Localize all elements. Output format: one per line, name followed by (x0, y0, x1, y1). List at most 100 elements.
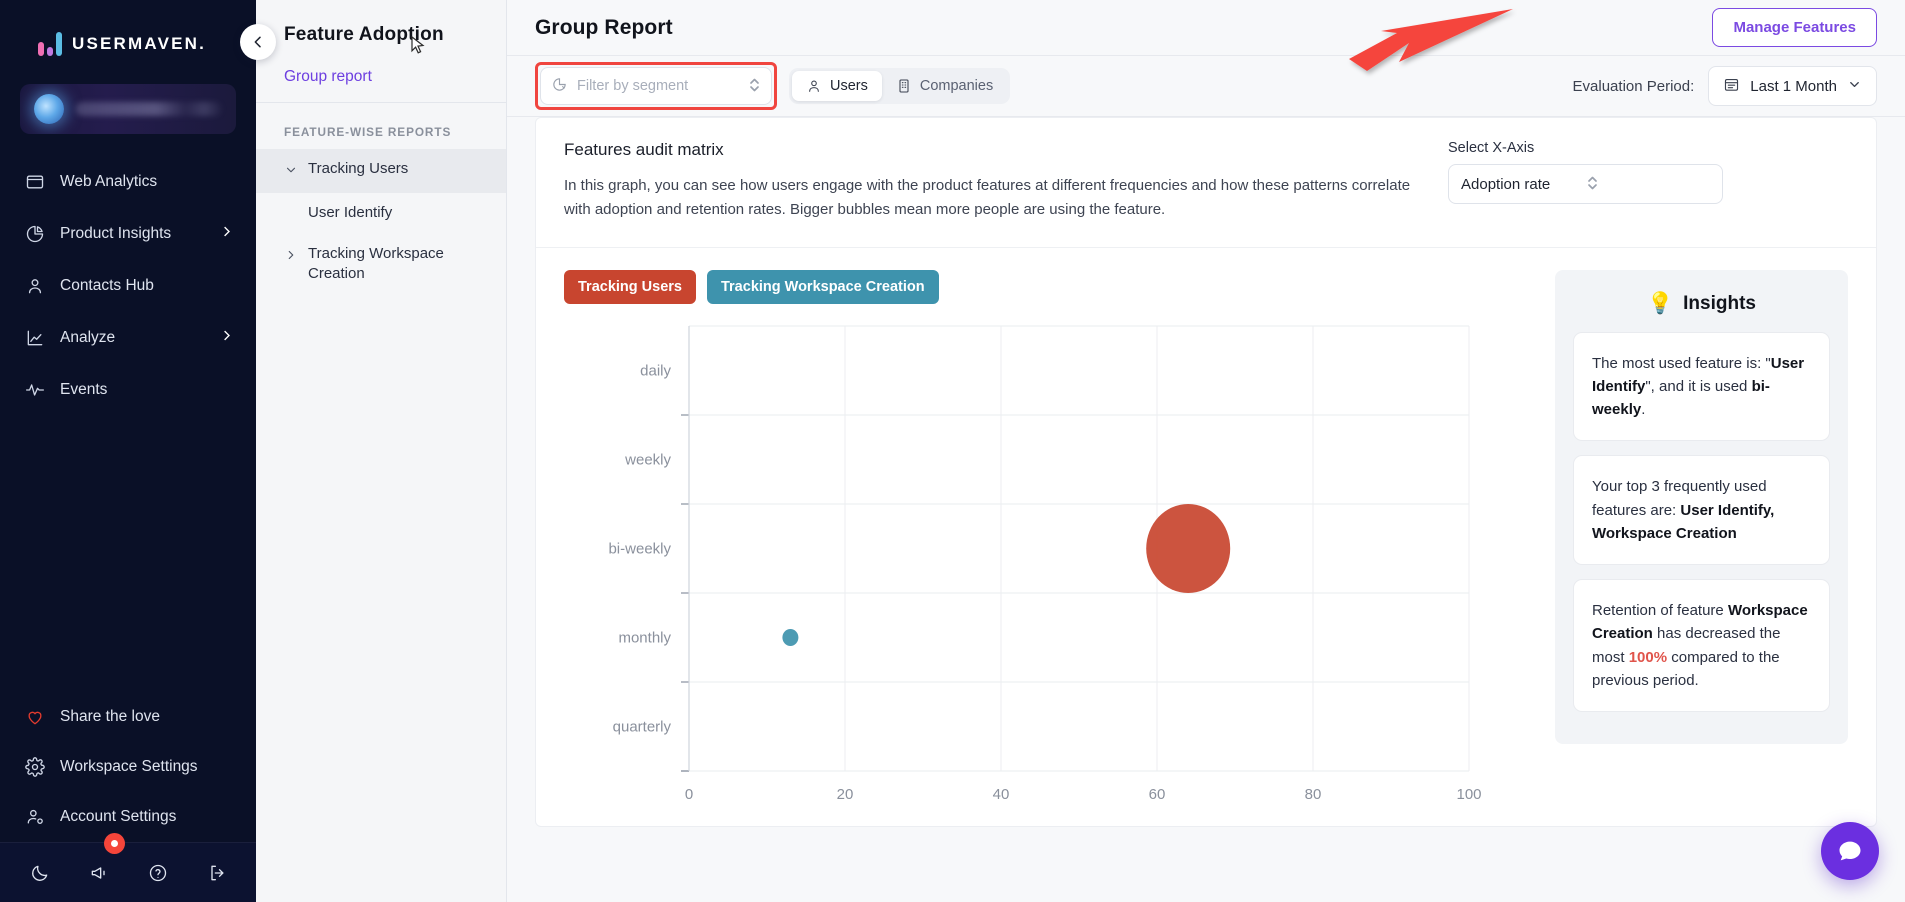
chevron-right-icon (219, 224, 234, 244)
sidebar-item-label: Contacts Hub (60, 277, 234, 295)
pulse-icon (24, 379, 46, 401)
insights-panel: 💡 Insights The most used feature is: "Us… (1555, 270, 1848, 745)
panel-item-label: User Identify (308, 203, 392, 223)
card-title: Features audit matrix (564, 140, 1424, 160)
legend-item-tracking-workspace-creation[interactable]: Tracking Workspace Creation (707, 270, 939, 304)
x-axis-control: Select X-Axis Adoption rate (1448, 140, 1723, 223)
panel-title: Feature Adoption (256, 14, 506, 46)
card-body: Tracking Users Tracking Workspace Creati… (536, 248, 1876, 826)
sidebar-item-account-settings[interactable]: Account Settings (0, 792, 256, 842)
panel-section-heading: FEATURE-WISE REPORTS (256, 103, 506, 149)
updown-chevron-icon (1586, 174, 1711, 195)
panel-link-group-report[interactable]: Group report (256, 46, 506, 102)
segment-filter-highlight-wrapper: Filter by segment (535, 62, 777, 110)
svg-text:100: 100 (1456, 786, 1481, 803)
svg-text:20: 20 (837, 786, 854, 803)
svg-text:80: 80 (1305, 786, 1322, 803)
chart-column: Tracking Users Tracking Workspace Creati… (564, 270, 1533, 826)
primary-sidebar: USERMAVEN. Web Analytics Product Insight… (0, 0, 256, 902)
feature-adoption-panel: Feature Adoption Group report FEATURE-WI… (256, 0, 507, 902)
scatter-chart-svg: 020406080100quarterlymonthlybi-weeklywee… (564, 316, 1484, 826)
moon-icon[interactable] (23, 856, 57, 890)
logout-icon[interactable] (200, 856, 234, 890)
help-circle-icon[interactable] (141, 856, 175, 890)
panel-item-label: Tracking Users (308, 159, 408, 179)
sidebar-item-web-analytics[interactable]: Web Analytics (0, 156, 256, 208)
sidebar-item-label: Events (60, 381, 234, 399)
building-icon (896, 78, 912, 94)
pie-chart-icon (551, 76, 568, 96)
chat-support-button[interactable] (1821, 822, 1879, 880)
panel-item-tracking-workspace-creation[interactable]: Tracking Workspace Creation (256, 234, 506, 295)
svg-text:weekly: weekly (624, 451, 671, 468)
insights-title: Insights (1683, 293, 1756, 315)
card-description: In this graph, you can see how users eng… (564, 174, 1424, 223)
toggle-companies[interactable]: Companies (882, 71, 1007, 101)
sidebar-item-label: Web Analytics (60, 173, 234, 191)
manage-features-button[interactable]: Manage Features (1712, 8, 1877, 47)
user-gear-icon (24, 806, 46, 828)
toggle-users[interactable]: Users (792, 71, 882, 101)
sidebar-item-events[interactable]: Events (0, 364, 256, 416)
sidebar-item-share-the-love[interactable]: Share the love (0, 692, 256, 742)
segment-filter-select[interactable]: Filter by segment (540, 67, 772, 105)
insight-card: The most used feature is: "User Identify… (1573, 332, 1830, 442)
brand-name: USERMAVEN. (72, 34, 206, 54)
usermaven-logo-icon (38, 32, 62, 56)
sidebar-item-contacts-hub[interactable]: Contacts Hub (0, 260, 256, 312)
panel-item-tracking-users[interactable]: Tracking Users (256, 149, 506, 193)
chart-legend: Tracking Users Tracking Workspace Creati… (564, 270, 1533, 304)
main-content: Group Report Manage Features Filter by s… (507, 0, 1905, 902)
filter-toolbar-right: Evaluation Period: Last 1 Month (1573, 66, 1877, 106)
content-area: Features audit matrix In this graph, you… (507, 117, 1905, 902)
audience-toggle-group: Users Companies (789, 68, 1010, 104)
toggle-label: Users (830, 78, 868, 94)
svg-text:monthly: monthly (618, 629, 671, 646)
mouse-cursor (411, 36, 425, 55)
legend-item-tracking-users[interactable]: Tracking Users (564, 270, 696, 304)
chevron-right-icon (284, 248, 298, 268)
svg-text:0: 0 (685, 786, 693, 803)
panel-item-user-identify[interactable]: User Identify (256, 193, 506, 233)
filter-toolbar-left: Filter by segment Users Companies (535, 62, 1010, 110)
workspace-name-redacted (76, 102, 222, 116)
workspace-switcher[interactable] (20, 84, 236, 134)
x-axis-value: Adoption rate (1461, 176, 1586, 193)
x-axis-select[interactable]: Adoption rate (1448, 164, 1723, 204)
app-root: USERMAVEN. Web Analytics Product Insight… (0, 0, 1905, 902)
sidebar-item-workspace-settings[interactable]: Workspace Settings (0, 742, 256, 792)
segment-filter-placeholder: Filter by segment (577, 78, 739, 94)
svg-text:60: 60 (1149, 786, 1166, 803)
heart-icon (24, 706, 46, 728)
user-icon (806, 78, 822, 94)
panel-item-label: Tracking Workspace Creation (308, 244, 492, 285)
sidebar-item-label: Share the love (60, 708, 234, 726)
brand-logo[interactable]: USERMAVEN. (0, 0, 256, 64)
collapse-sidebar-button[interactable] (240, 24, 276, 60)
lightbulb-icon: 💡 (1647, 292, 1673, 316)
page-header: Group Report Manage Features (507, 0, 1905, 55)
notification-badge (104, 833, 125, 854)
avatar (34, 94, 64, 124)
sidebar-item-label: Workspace Settings (60, 758, 234, 776)
user-icon (24, 275, 46, 297)
card-header: Features audit matrix In this graph, you… (536, 118, 1876, 248)
sidebar-tray (0, 842, 256, 902)
x-axis-label: Select X-Axis (1448, 140, 1723, 156)
insight-card: Retention of feature Workspace Creation … (1573, 579, 1830, 712)
card-header-text: Features audit matrix In this graph, you… (564, 140, 1424, 223)
chevron-left-icon (250, 34, 266, 50)
sidebar-item-label: Account Settings (60, 808, 234, 826)
evaluation-period-label: Evaluation Period: (1573, 78, 1695, 95)
area-chart-icon (24, 327, 46, 349)
sidebar-item-product-insights[interactable]: Product Insights (0, 208, 256, 260)
filter-toolbar: Filter by segment Users Companies (507, 55, 1905, 117)
megaphone-icon[interactable] (82, 856, 116, 890)
evaluation-period-select[interactable]: Last 1 Month (1708, 66, 1877, 106)
chat-bubble-icon (1836, 837, 1864, 865)
sidebar-bottom-nav: Share the love Workspace Settings Accoun… (0, 692, 256, 842)
sidebar-item-analyze[interactable]: Analyze (0, 312, 256, 364)
sidebar-nav: Web Analytics Product Insights Contacts … (0, 156, 256, 416)
insights-header: 💡 Insights (1573, 286, 1830, 332)
chevron-down-icon (284, 163, 298, 183)
